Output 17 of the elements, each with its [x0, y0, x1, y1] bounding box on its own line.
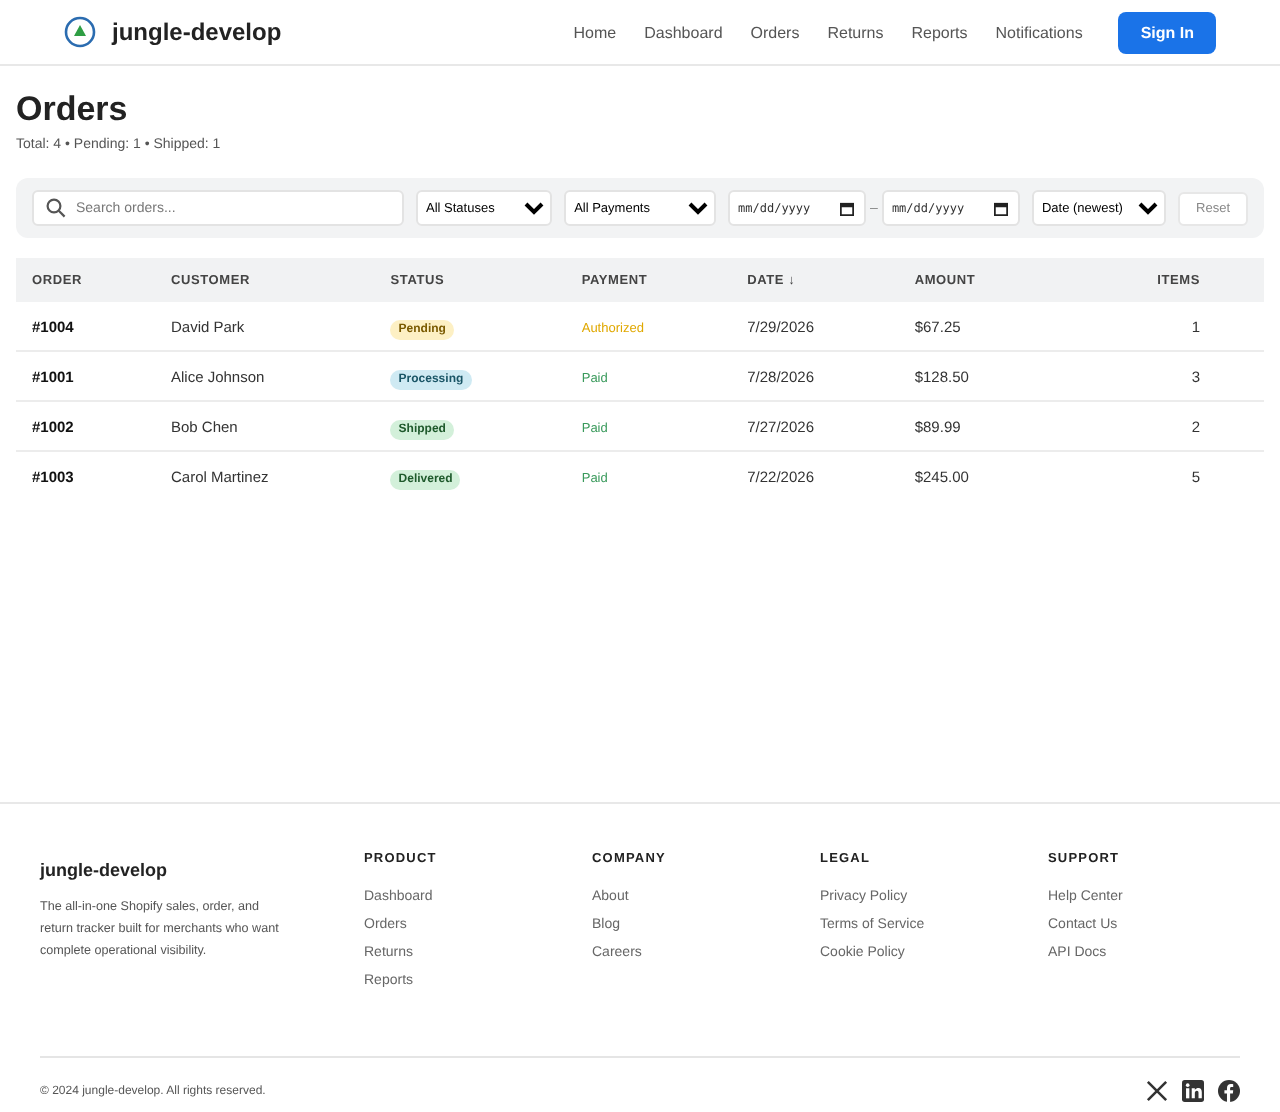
calendar-icon [840, 202, 855, 216]
facebook-icon[interactable] [1218, 1080, 1240, 1102]
nav-link[interactable]: Dashboard [644, 23, 723, 41]
nav-link[interactable]: Home [573, 23, 617, 41]
search-icon [46, 198, 66, 218]
footer-brand: jungle-develop [40, 860, 170, 880]
page-title: Orders [16, 90, 130, 130]
nav-link[interactable]: Notifications [995, 23, 1083, 41]
sign-in-button[interactable]: Sign In [1118, 11, 1216, 53]
nav-link[interactable]: Reports [911, 23, 968, 41]
calendar-icon [993, 202, 1008, 216]
nav-link[interactable]: Returns [827, 23, 884, 41]
x-icon[interactable] [1146, 1080, 1168, 1102]
logo-icon [64, 16, 96, 48]
nav-link[interactable]: Orders [750, 23, 800, 41]
brand-name[interactable]: jungle-develop [112, 18, 282, 46]
linkedin-icon[interactable] [1182, 1080, 1204, 1102]
